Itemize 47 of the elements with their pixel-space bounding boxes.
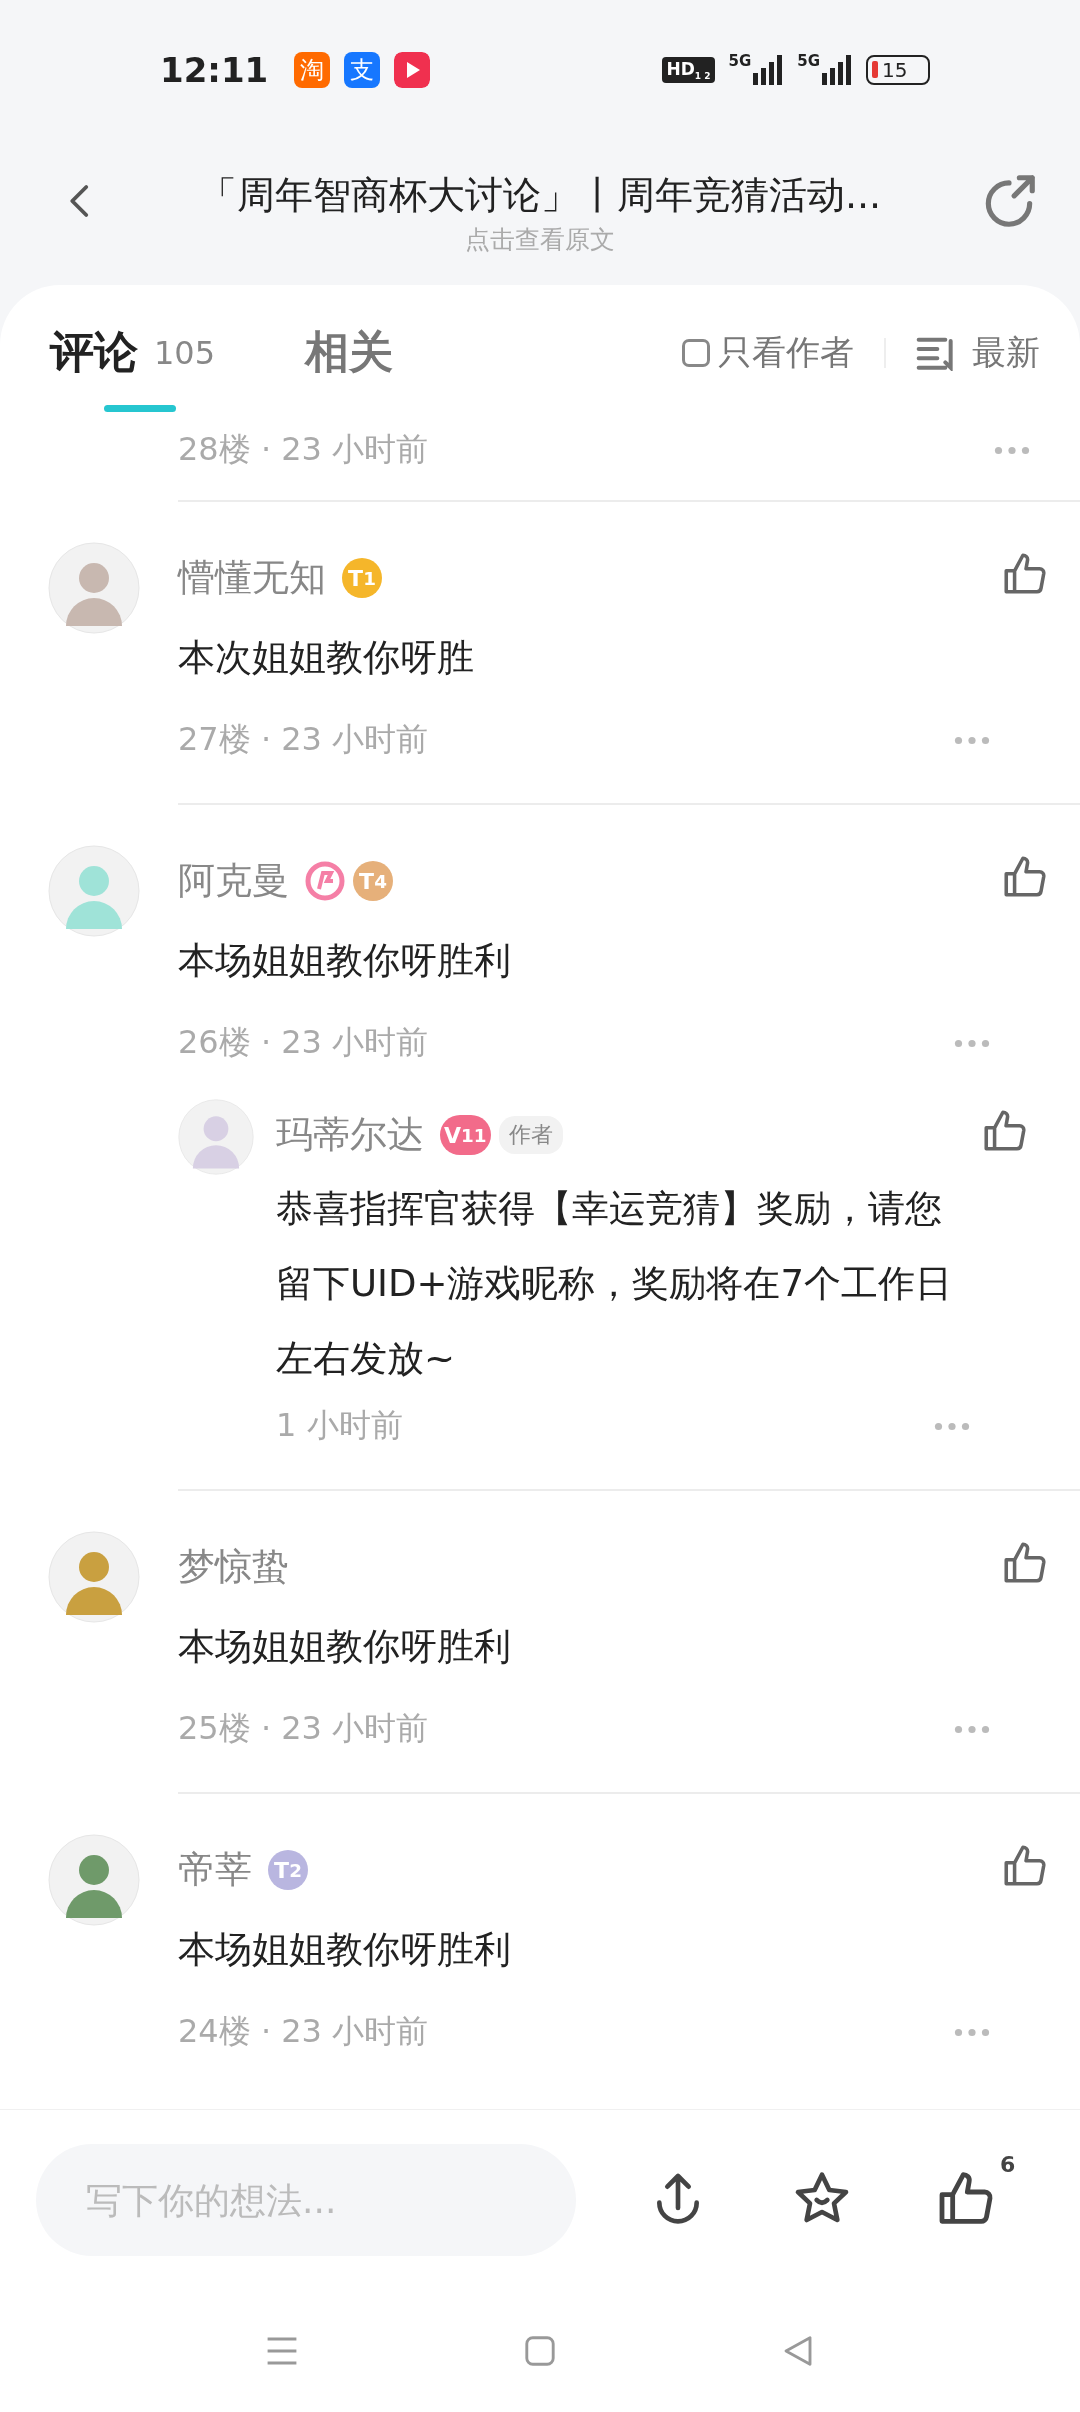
user-avatar[interactable] [48,542,140,634]
tab[interactable]: 相关 [305,285,394,420]
username[interactable]: 梦惊蛰 [178,1542,289,1592]
app-notification-icon: 支 [344,52,381,88]
comment-meta: 26楼 · 23 小时前 [178,1022,430,1063]
sort-label[interactable]: 最新 [972,329,1040,376]
more-icon[interactable] [994,445,1030,455]
comment-meta: 28楼 · 23 小时前 [178,429,430,470]
more-icon[interactable] [954,1724,990,1734]
username[interactable]: 帝莘 [178,1845,252,1895]
author-only-toggle[interactable]: 只看作者 [682,329,854,376]
home-icon[interactable] [522,2333,558,2369]
comment-text: 本场姐姐教你呀胜利 [178,938,512,984]
more-icon[interactable] [954,2027,990,2037]
user-avatar[interactable] [48,1834,140,1926]
reply-meta: 1 小时前 [276,1405,404,1446]
tab[interactable]: 评论 105 [50,285,216,420]
comment-input[interactable]: 写下你的想法... [36,2144,576,2256]
author-tag: 作者 [498,1116,563,1154]
user-avatar[interactable] [48,1531,140,1623]
username[interactable]: 玛蒂尔达 [276,1110,424,1160]
more-icon[interactable] [934,1421,970,1431]
more-icon[interactable] [954,735,990,745]
user-avatar[interactable] [48,845,140,937]
network-label: 5G [728,52,752,70]
comment-meta: 27楼 · 23 小时前 [178,719,430,760]
app-notification-icon: 淘 [294,52,331,88]
battery-indicator: 15 [866,55,930,85]
comment-meta: 25楼 · 23 小时前 [178,1708,430,1749]
fan-badge-icon [305,861,345,901]
article-title: 「周年智商杯大讨论」丨周年竞猜活动... [198,172,882,219]
more-icon[interactable] [954,1038,990,1048]
username[interactable]: 阿克曼 [178,856,289,906]
network-label: 5G [797,52,820,70]
username[interactable]: 懵懂无知 [178,553,326,603]
status-time: 12:11 [160,50,269,90]
view-original-link[interactable]: 点击查看原文 [465,223,615,256]
comment-meta: 24楼 · 23 小时前 [178,2011,430,2052]
user-avatar[interactable] [178,1099,254,1175]
comment-text: 本场姐姐教你呀胜利 [178,1624,512,1670]
comment-text: 本次姐姐教你呀胜 [178,635,475,681]
reply-text: 恭喜指挥官获得【幸运竞猜】奖励，请您留下UID+游戏昵称，奖励将在7个工作日左右发放~ [276,1186,954,1382]
comment-text: 本场姐姐教你呀胜利 [178,1927,512,1973]
hd-indicator: HD$_{1 2}$ [662,56,715,84]
signal-icon [753,55,784,85]
like-count: 6 [1000,2152,1016,2177]
signal-icon [822,55,852,85]
